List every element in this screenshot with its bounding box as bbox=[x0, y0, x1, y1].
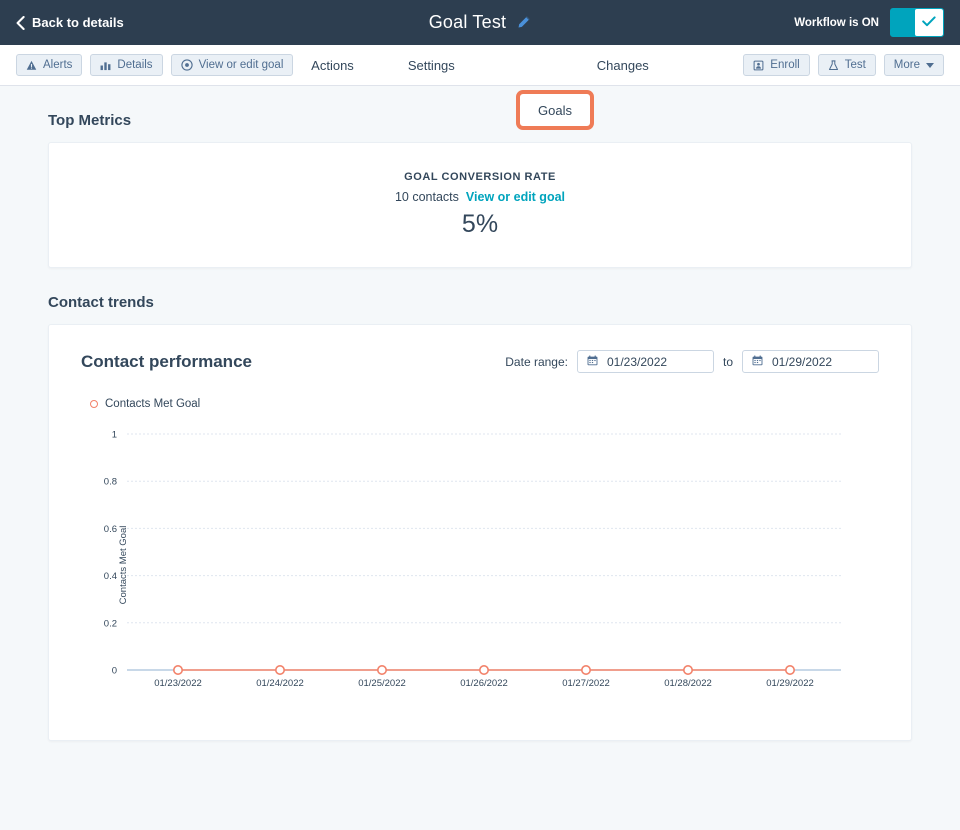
right-action-buttons: Enroll Test More bbox=[743, 54, 944, 76]
tab-goals[interactable]: Goals bbox=[516, 90, 594, 130]
toggle-knob bbox=[915, 9, 943, 36]
svg-text:01/29/2022: 01/29/2022 bbox=[766, 678, 814, 689]
enroll-button[interactable]: Enroll bbox=[743, 54, 809, 76]
date-range-label: Date range: bbox=[505, 355, 568, 369]
date-range-separator: to bbox=[723, 355, 733, 369]
workflow-status-label: Workflow is ON bbox=[794, 17, 879, 29]
chart-legend[interactable]: Contacts Met Goal bbox=[90, 398, 879, 410]
top-metrics-heading: Top Metrics bbox=[48, 112, 912, 129]
enroll-person-icon bbox=[753, 60, 764, 71]
svg-text:01/27/2022: 01/27/2022 bbox=[562, 678, 610, 689]
flask-icon bbox=[828, 60, 839, 71]
page-title: Goal Test bbox=[429, 12, 507, 33]
metric-subline: 10 contacts View or edit goal bbox=[395, 190, 565, 204]
svg-text:0: 0 bbox=[112, 666, 117, 677]
calendar-icon bbox=[752, 355, 763, 369]
chart-title: Contact performance bbox=[81, 352, 252, 372]
check-icon bbox=[922, 14, 936, 32]
bar-chart-icon bbox=[100, 60, 111, 71]
warning-triangle-icon bbox=[26, 60, 37, 71]
view-or-edit-goal-button-label: View or edit goal bbox=[199, 59, 284, 71]
svg-text:01/24/2022: 01/24/2022 bbox=[256, 678, 304, 689]
pencil-icon[interactable] bbox=[516, 15, 531, 30]
view-or-edit-goal-link[interactable]: View or edit goal bbox=[466, 190, 565, 204]
chevron-left-icon bbox=[16, 16, 25, 30]
svg-text:0.8: 0.8 bbox=[104, 477, 117, 488]
target-icon bbox=[181, 59, 193, 71]
view-or-edit-goal-button[interactable]: View or edit goal bbox=[171, 54, 294, 76]
tab-actions[interactable]: Actions bbox=[301, 54, 364, 77]
svg-text:01/25/2022: 01/25/2022 bbox=[358, 678, 406, 689]
details-button-label: Details bbox=[117, 59, 152, 71]
line-chart-svg: 0 0.2 0.4 0.6 0.8 1 01/23/2022 01/24/2022 01/25/… bbox=[81, 420, 881, 710]
date-range-controls: Date range: 01/23/2022 to 01/29/2022 bbox=[505, 350, 879, 373]
chevron-down-icon bbox=[926, 63, 934, 68]
legend-label-contacts-met-goal: Contacts Met Goal bbox=[105, 398, 200, 410]
test-button[interactable]: Test bbox=[818, 54, 876, 76]
svg-text:01/23/2022: 01/23/2022 bbox=[154, 678, 202, 689]
svg-text:01/26/2022: 01/26/2022 bbox=[460, 678, 508, 689]
contact-performance-card: Contact performance Date range: 01/23/20… bbox=[48, 324, 912, 741]
more-button-label: More bbox=[894, 59, 920, 71]
start-date-input[interactable]: 01/23/2022 bbox=[577, 350, 714, 373]
alerts-button-label: Alerts bbox=[43, 59, 72, 71]
contact-trends-heading: Contact trends bbox=[48, 294, 912, 311]
page-content: Top Metrics GOAL CONVERSION RATE 10 cont… bbox=[0, 112, 960, 741]
enroll-button-label: Enroll bbox=[770, 59, 799, 71]
workflow-on-off-toggle[interactable] bbox=[890, 8, 944, 37]
svg-text:0.4: 0.4 bbox=[104, 571, 117, 582]
calendar-icon bbox=[587, 355, 598, 369]
chart-plot-area: Contacts Met Goal 00.20.40.60.8101/23/20… bbox=[81, 420, 879, 710]
left-action-buttons: Alerts Details View or edit goal bbox=[16, 54, 293, 76]
top-header-bar: Back to details Goal Test Workflow is ON bbox=[0, 0, 960, 45]
chart-header: Contact performance Date range: 01/23/20… bbox=[81, 350, 879, 373]
goal-conversion-rate-value: 5% bbox=[462, 210, 498, 239]
end-date-input[interactable]: 01/29/2022 bbox=[742, 350, 879, 373]
back-to-details-label: Back to details bbox=[32, 15, 124, 30]
more-button[interactable]: More bbox=[884, 54, 944, 76]
end-date-value: 01/29/2022 bbox=[772, 355, 832, 369]
details-button[interactable]: Details bbox=[90, 54, 162, 76]
start-date-value: 01/23/2022 bbox=[607, 355, 667, 369]
top-metrics-card: GOAL CONVERSION RATE 10 contacts View or… bbox=[48, 142, 912, 268]
tab-settings[interactable]: Settings bbox=[398, 54, 465, 77]
workflow-toggle-group: Workflow is ON bbox=[794, 0, 944, 45]
alerts-button[interactable]: Alerts bbox=[16, 54, 82, 76]
test-button-label: Test bbox=[845, 59, 866, 71]
svg-text:01/28/2022: 01/28/2022 bbox=[664, 678, 712, 689]
svg-text:0.2: 0.2 bbox=[104, 618, 117, 629]
back-to-details-link[interactable]: Back to details bbox=[16, 15, 124, 30]
svg-text:0.6: 0.6 bbox=[104, 524, 117, 535]
workflow-nav-bar: Alerts Details View or edit goal Actions… bbox=[0, 45, 960, 86]
legend-marker-icon bbox=[90, 400, 98, 408]
contacts-count-text: 10 contacts bbox=[395, 190, 459, 204]
goal-conversion-rate-label: GOAL CONVERSION RATE bbox=[404, 171, 556, 183]
svg-text:1: 1 bbox=[112, 430, 117, 441]
tab-changes[interactable]: Changes bbox=[587, 54, 659, 77]
